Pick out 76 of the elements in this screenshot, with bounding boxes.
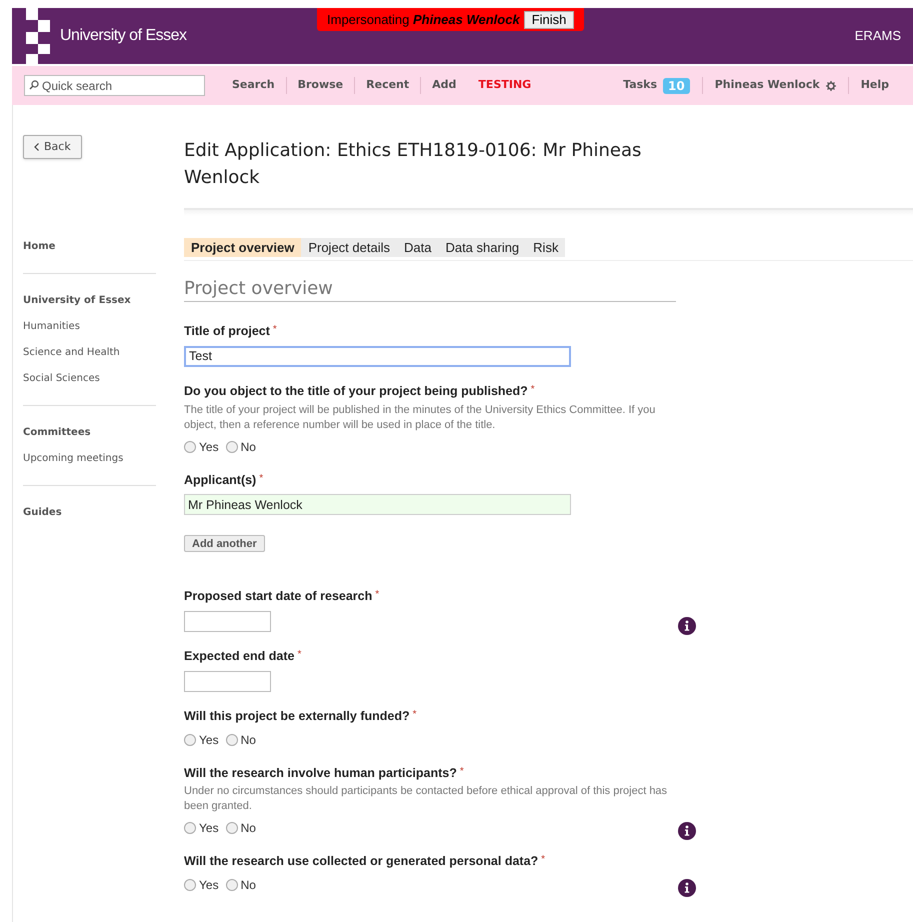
radio-button[interactable] [226,734,238,746]
user-menu-link[interactable]: Phineas Wenlock [714,77,820,94]
search-icon [29,80,39,90]
required-mark: * [412,708,417,722]
testing-link[interactable]: TESTING [467,77,542,94]
required-mark: * [297,648,302,662]
radio-label: No [240,877,256,894]
radio-label: Yes [199,732,219,748]
text-input-field[interactable]: Test [184,346,571,367]
app-name: ERAMS [854,27,901,46]
radio-button[interactable] [226,822,238,834]
impersonation-text: Impersonating Phineas Wenlock [327,10,520,29]
add-another-button[interactable]: Add another [184,535,265,552]
required-mark: * [530,382,535,397]
section-title: Project overview [184,278,676,302]
sidebar-link[interactable]: Humanities [23,319,156,334]
finish-button[interactable]: Finish [524,10,574,28]
required-mark: * [375,588,380,602]
field-label: Will this project be externally funded? [184,708,410,725]
sidebar-heading[interactable]: Committees [23,425,156,440]
tab[interactable]: Project details [301,238,397,257]
info-icon[interactable] [678,617,696,635]
tab[interactable]: Data sharing [438,238,526,257]
tab[interactable]: Data [396,238,438,257]
back-button[interactable]: Back [23,135,82,159]
university-name: University of Essex [60,26,187,46]
sidebar-heading[interactable]: Guides [23,505,156,520]
tab[interactable]: Project overview [184,238,302,257]
nav-link[interactable]: Browse [286,77,354,94]
required-mark: * [541,853,546,868]
radio-label: Yes [199,877,219,894]
radio-button[interactable] [184,734,196,746]
radio-label: No [240,732,256,748]
required-mark: * [460,764,464,778]
tasks-link[interactable]: Tasks [623,77,658,94]
radio-label: No [240,820,256,838]
field-label: Do you object to the title of your project being published? [184,382,528,400]
radio-button[interactable] [184,440,196,452]
sidebar-link[interactable]: Science and Health [23,345,156,360]
radio-label: Yes [199,820,219,838]
date-input-field[interactable] [184,611,271,632]
radio-button[interactable] [184,822,196,834]
quick-search-field[interactable]: Quick search [24,75,205,96]
gear-icon[interactable] [826,80,836,90]
sidebar-link[interactable]: Social Sciences [23,371,156,386]
radio-button[interactable] [226,879,238,891]
date-input-field[interactable] [184,670,271,692]
chevron-left-icon [34,143,39,151]
info-icon[interactable] [678,822,696,840]
field-label: Expected end date [184,648,294,665]
sidebar-link[interactable]: Upcoming meetings [23,451,156,466]
tab[interactable]: Risk [526,238,566,257]
help-text: Under no circumstances should participants be contacted before ethical approval of this project has been granted. [184,784,668,814]
required-mark: * [272,323,277,337]
checkered-logo-icon [26,8,50,64]
nav-link[interactable]: Recent [354,77,420,94]
radio-label: No [240,438,256,456]
info-icon[interactable] [678,879,696,897]
radio-label: Yes [199,438,219,456]
sidebar-heading[interactable]: University of Essex [23,293,156,308]
field-label: Will the research use collected or generated personal data? [184,853,538,870]
field-label: Proposed start date of research [184,588,372,606]
field-label: Applicant(s) [184,472,256,489]
help-link[interactable]: Help [860,77,889,94]
required-mark: * [259,472,264,486]
nav-link[interactable]: Search [221,77,286,94]
sidebar-heading[interactable]: Home [23,239,156,254]
field-label: Title of project [184,323,270,340]
radio-button[interactable] [184,879,196,891]
field-label: Will the research involve human participants? [184,764,457,782]
help-text: The title of your project will be published in the minutes of the University Ethics Committee. If you object, then a reference number will be used in place of the title. [184,402,656,432]
radio-button[interactable] [226,440,238,452]
text-input-field[interactable]: Mr Phineas Wenlock [184,494,571,516]
page-title: Edit Application: Ethics ETH1819-0106: Mr Phineas Wenlock [184,139,642,190]
task-count-badge: 10 [663,78,690,94]
nav-link[interactable]: Add [420,77,468,94]
